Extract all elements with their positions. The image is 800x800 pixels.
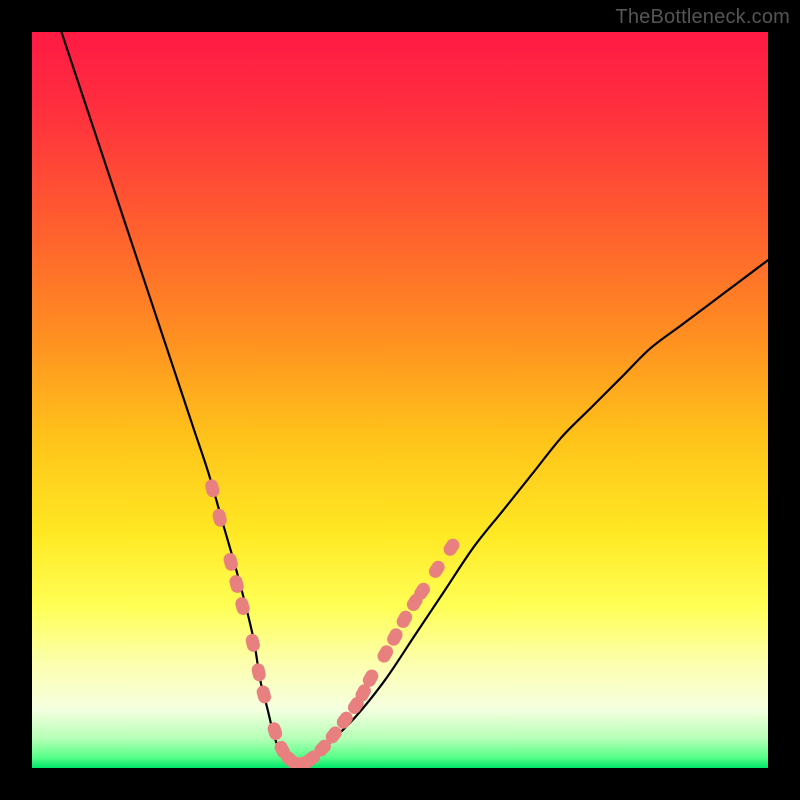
chart-svg (32, 32, 768, 768)
watermark-text: TheBottleneck.com (615, 6, 790, 29)
plot-area (32, 32, 768, 768)
chart-frame: TheBottleneck.com (0, 0, 800, 800)
